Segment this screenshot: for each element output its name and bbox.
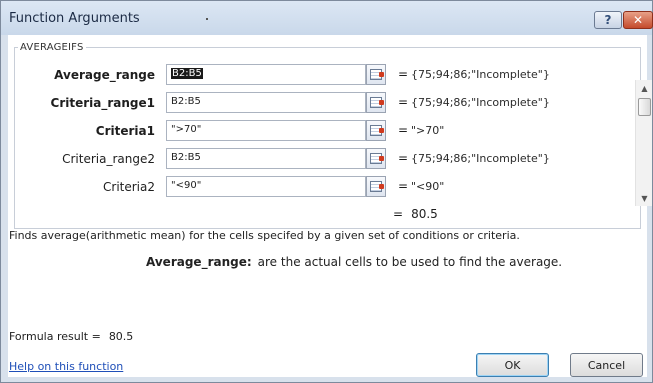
- title-dot: [206, 18, 208, 20]
- formula-result-value: 80.5: [108, 330, 134, 343]
- argument-label: Criteria_range2: [62, 152, 155, 166]
- ok-button[interactable]: OK: [476, 353, 549, 377]
- argument-label: Criteria1: [95, 124, 155, 138]
- range-select-icon: [370, 69, 384, 80]
- help-on-function-link[interactable]: Help on this function: [9, 360, 123, 373]
- equals-sign: =: [398, 67, 409, 81]
- range-select-button[interactable]: [366, 176, 386, 197]
- arguments-scrollbar[interactable]: ▲ ▼: [635, 80, 652, 206]
- criteria-range2-input[interactable]: B2:B5: [166, 148, 366, 169]
- argument-value: {75;94;86;"Incomplete"}: [411, 68, 550, 81]
- argument-row-average-range: Average_range B2:B5 = {75;94;86;"Incompl…: [15, 64, 635, 86]
- function-result: = 80.5: [393, 207, 438, 221]
- argument-value: {75;94;86;"Incomplete"}: [411, 152, 550, 165]
- range-select-button[interactable]: [366, 120, 386, 141]
- selected-input-text: B2:B5: [171, 68, 203, 79]
- formula-result-label: Formula result =: [9, 330, 101, 343]
- dialog-title: Function Arguments: [9, 11, 140, 26]
- argument-row-criteria1: Criteria1 ">70" = ">70": [15, 120, 635, 142]
- cancel-button[interactable]: Cancel: [570, 353, 643, 377]
- scroll-down-icon[interactable]: ▼: [636, 190, 653, 206]
- average-range-input[interactable]: B2:B5: [166, 64, 366, 85]
- criteria1-input[interactable]: ">70": [166, 120, 366, 141]
- formula-result: Formula result = 80.5: [9, 330, 133, 343]
- argument-description-text: are the actual cells to be used to find …: [257, 255, 563, 269]
- scroll-thumb[interactable]: [638, 98, 651, 116]
- argument-value: ">70": [411, 124, 445, 137]
- argument-description: Average_range: are the actual cells to be…: [146, 255, 562, 269]
- function-arguments-dialog: Function Arguments ? ✕ AVERAGEIFS Averag…: [0, 0, 653, 383]
- scroll-up-icon[interactable]: ▲: [636, 80, 653, 96]
- argument-row-criteria2: Criteria2 "<90" = "<90": [15, 176, 635, 198]
- range-select-icon: [370, 181, 384, 192]
- range-select-button[interactable]: [366, 148, 386, 169]
- equals-sign: =: [398, 95, 409, 109]
- function-name: AVERAGEIFS: [18, 42, 86, 53]
- argument-description-name: Average_range:: [146, 255, 252, 269]
- range-select-icon: [370, 153, 384, 164]
- dialog-body: AVERAGEIFS Average_range B2:B5 = {75;94;…: [8, 35, 652, 377]
- title-bar[interactable]: Function Arguments ? ✕: [1, 1, 653, 35]
- range-select-button[interactable]: [366, 92, 386, 113]
- argument-label: Average_range: [54, 68, 155, 82]
- equals-sign: =: [398, 151, 409, 165]
- function-description: Finds average(arithmetic mean) for the c…: [9, 229, 520, 242]
- result-value: 80.5: [411, 207, 438, 221]
- equals-sign: =: [398, 123, 409, 137]
- argument-label: Criteria2: [103, 180, 155, 194]
- criteria-range1-input[interactable]: B2:B5: [166, 92, 366, 113]
- close-button[interactable]: ✕: [623, 11, 653, 29]
- range-select-button[interactable]: [366, 64, 386, 85]
- criteria2-input[interactable]: "<90": [166, 176, 366, 197]
- argument-row-criteria-range1: Criteria_range1 B2:B5 = {75;94;86;"Incom…: [15, 92, 635, 114]
- argument-value: {75;94;86;"Incomplete"}: [411, 96, 550, 109]
- arguments-group: AVERAGEIFS Average_range B2:B5 = {75;94;…: [14, 42, 652, 229]
- argument-label: Criteria_range1: [50, 96, 155, 110]
- argument-value: "<90": [411, 180, 445, 193]
- range-select-icon: [370, 97, 384, 108]
- argument-row-criteria-range2: Criteria_range2 B2:B5 = {75;94;86;"Incom…: [15, 148, 635, 170]
- range-select-icon: [370, 125, 384, 136]
- help-button[interactable]: ?: [594, 11, 622, 29]
- equals-sign: =: [398, 179, 409, 193]
- result-equals: =: [393, 207, 404, 221]
